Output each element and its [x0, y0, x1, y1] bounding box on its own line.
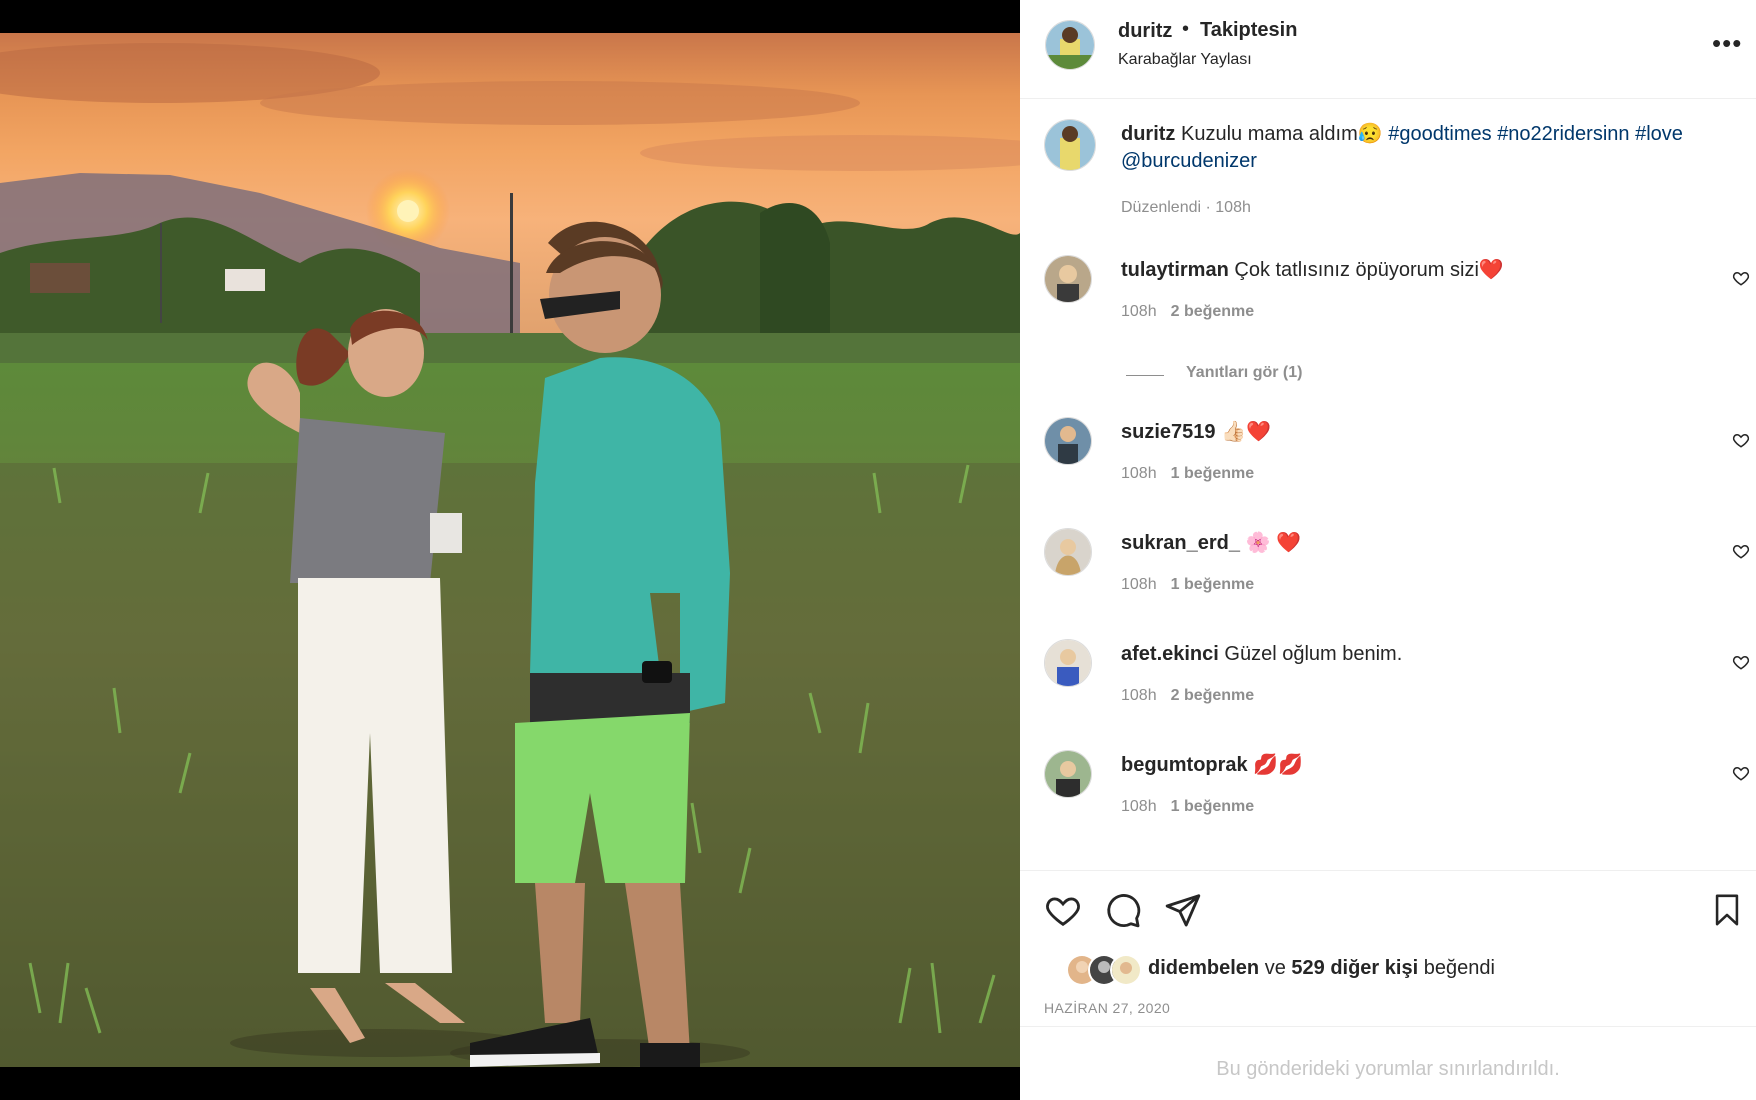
heart-icon[interactable] [1732, 542, 1750, 560]
post-date[interactable]: HAZİRAN 27, 2020 [1044, 1000, 1170, 1016]
comment-body: Çok tatlısınız öpüyorum sizi [1234, 259, 1479, 281]
likes-text: didembelen ve 529 diğer kişi beğendi [1148, 957, 1495, 980]
media-area [0, 0, 1020, 1100]
heart-icon[interactable] [1732, 764, 1750, 782]
comment-text: afet.ekinci Güzel oğlum benim. [1121, 641, 1701, 668]
comment-time: 108h [1121, 798, 1157, 815]
author-username[interactable]: duritz [1118, 20, 1172, 43]
hashtag-love[interactable]: #love [1635, 123, 1683, 145]
following-status[interactable]: Takiptesin [1200, 19, 1297, 42]
comment-body: Güzel oğlum benim. [1224, 643, 1403, 665]
hashtag-goodtimes[interactable]: #goodtimes [1388, 123, 1491, 145]
comment-time: 108h [1121, 465, 1157, 482]
comment-username[interactable]: afet.ekinci [1121, 643, 1219, 665]
comment-emoji: 🌸 ❤️ [1245, 532, 1301, 554]
comment-avatar[interactable] [1044, 639, 1092, 687]
comment-time: 108h [1121, 687, 1157, 704]
comment-username[interactable]: tulaytirman [1121, 259, 1229, 281]
comment-avatar[interactable] [1044, 750, 1092, 798]
liker-username[interactable]: didembelen [1148, 957, 1259, 979]
comment-username[interactable]: suzie7519 [1121, 421, 1216, 443]
comment-likes[interactable]: 2 beğenme [1171, 687, 1255, 704]
comment-text: sukran_erd_ 🌸 ❤️ [1121, 530, 1701, 557]
post-viewer: duritz • Takiptesin Karabağlar Yaylası •… [0, 0, 1756, 1100]
comment-meta: 108h 2 beğenme [1121, 303, 1254, 321]
comment-text: suzie7519 👍🏻❤️ [1121, 419, 1701, 446]
post-side-panel: duritz • Takiptesin Karabağlar Yaylası •… [1020, 0, 1756, 1100]
footer-divider [1020, 1026, 1756, 1027]
caption-avatar[interactable] [1044, 119, 1096, 171]
post-header: duritz • Takiptesin Karabağlar Yaylası •… [1020, 0, 1756, 99]
author-avatar[interactable] [1045, 20, 1095, 70]
comment-emoji: ❤️ [1478, 259, 1504, 281]
post-photo[interactable] [0, 33, 1020, 1067]
caption-text: duritz Kuzulu mama aldım😥 #goodtimes #no… [1121, 121, 1701, 175]
likes-and: ve [1264, 957, 1286, 979]
comments-list: duritz Kuzulu mama aldım😥 #goodtimes #no… [1020, 99, 1756, 869]
comment-text: tulaytirman Çok tatlısınız öpüyorum sizi… [1121, 257, 1701, 284]
comment-likes[interactable]: 1 beğenme [1171, 798, 1255, 815]
header-separator: • [1182, 18, 1190, 40]
comment-avatar[interactable] [1044, 255, 1092, 303]
comments-restricted-notice: Bu gönderideki yorumlar sınırlandırıldı. [1216, 1058, 1560, 1080]
view-replies-label[interactable]: Yanıtları gör (1) [1186, 364, 1302, 382]
likes-liked: beğendi [1423, 957, 1495, 979]
actions-divider [1020, 870, 1756, 871]
caption-username[interactable]: duritz [1121, 123, 1175, 145]
caption-edited: Düzenlendi · 108h [1121, 199, 1251, 216]
comment-likes[interactable]: 1 beğenme [1171, 576, 1255, 593]
comment-time: 108h [1121, 576, 1157, 593]
comment-text: begumtoprak 💋💋 [1121, 752, 1701, 779]
post-location[interactable]: Karabağlar Yaylası [1118, 51, 1252, 69]
comment-meta: 108h 1 beğenme [1121, 465, 1254, 483]
comment-likes[interactable]: 2 beğenme [1171, 303, 1255, 320]
replies-line [1126, 375, 1164, 376]
heart-icon[interactable] [1732, 653, 1750, 671]
comment-icon[interactable] [1104, 891, 1142, 929]
bookmark-icon[interactable] [1710, 891, 1744, 929]
hashtag-no22ridersinn[interactable]: #no22ridersinn [1497, 123, 1629, 145]
liker-avatar [1110, 954, 1142, 986]
like-heart-icon[interactable] [1044, 891, 1082, 929]
caption-body: Kuzulu mama aldım [1181, 123, 1358, 145]
comment-emoji: 👍🏻❤️ [1221, 421, 1271, 443]
comment-emoji: 💋💋 [1253, 754, 1304, 776]
caption-emoji: 😥 [1357, 123, 1383, 145]
comment-avatar[interactable] [1044, 417, 1092, 465]
comment-meta: 108h 1 beğenme [1121, 576, 1254, 594]
heart-icon[interactable] [1732, 431, 1750, 449]
likes-others[interactable]: 529 diğer kişi [1291, 957, 1418, 979]
comment-username[interactable]: begumtoprak [1121, 754, 1248, 776]
action-bar [1020, 885, 1756, 935]
comment-likes[interactable]: 1 beğenme [1171, 465, 1255, 482]
comment-time: 108h [1121, 303, 1157, 320]
more-icon[interactable]: ••• [1712, 28, 1742, 59]
comment-meta: 108h 2 beğenme [1121, 687, 1254, 705]
likes-summary: didembelen ve 529 diğer kişi beğendi [1044, 954, 1744, 986]
heart-icon[interactable] [1732, 269, 1750, 287]
comment-meta: 108h 1 beğenme [1121, 798, 1254, 816]
share-icon[interactable] [1164, 891, 1202, 929]
comment-avatar[interactable] [1044, 528, 1092, 576]
mention-burcudenizer[interactable]: @burcudenizer [1121, 150, 1257, 172]
comment-username[interactable]: sukran_erd_ [1121, 532, 1240, 554]
